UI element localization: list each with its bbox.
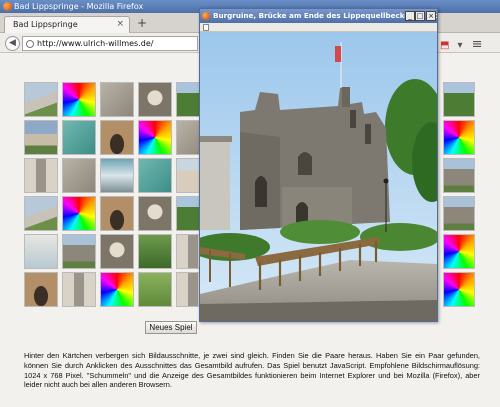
memory-tile[interactable] <box>443 234 475 269</box>
tab-close-icon[interactable]: × <box>116 17 124 32</box>
popup-title: Burgruine, Brücke am Ende des Lippequell… <box>213 11 437 20</box>
url-bar[interactable]: http://www.ulrich-willmes.de/ <box>22 36 198 51</box>
memory-tile[interactable] <box>443 82 475 117</box>
minimize-button[interactable]: _ <box>405 11 415 21</box>
memory-tile[interactable] <box>24 120 58 155</box>
memory-tile[interactable] <box>62 158 96 193</box>
firefox-logo-icon <box>3 2 12 11</box>
pdf-dropdown-icon[interactable]: ▾ <box>457 40 462 51</box>
memory-tile[interactable] <box>138 120 172 155</box>
memory-tile[interactable] <box>443 196 475 231</box>
memory-tile[interactable] <box>138 234 172 269</box>
memory-tile[interactable] <box>62 82 96 117</box>
memory-tile[interactable] <box>100 234 134 269</box>
pdf-icon[interactable]: ⬒ <box>440 40 449 51</box>
memory-tile[interactable] <box>100 272 134 307</box>
memory-tile[interactable] <box>24 158 58 193</box>
memory-tile[interactable] <box>62 234 96 269</box>
memory-tile[interactable] <box>24 82 58 117</box>
memory-tile[interactable] <box>100 196 134 231</box>
memory-tile[interactable] <box>100 82 134 117</box>
tab-bad-lippspringe[interactable]: Bad Lippspringe × <box>4 16 130 33</box>
nav-icons: ⬒ ▾ ≡ <box>440 37 491 52</box>
memory-tile[interactable] <box>443 120 475 155</box>
memory-tile[interactable] <box>443 158 475 193</box>
castle-ruin-photo <box>200 32 437 321</box>
globe-icon <box>26 40 34 48</box>
window-title: Bad Lippspringe - Mozilla Firefox <box>14 2 144 11</box>
tab-label: Bad Lippspringe <box>13 20 78 29</box>
memory-tile[interactable] <box>138 196 172 231</box>
memory-tile[interactable] <box>138 82 172 117</box>
game-description: Hinter den Kärtchen verbergen sich Bilda… <box>24 351 480 390</box>
memory-tile[interactable] <box>100 158 134 193</box>
memory-tile[interactable] <box>138 158 172 193</box>
firefox-logo-icon <box>202 12 210 20</box>
memory-tile[interactable] <box>24 196 58 231</box>
memory-tile[interactable] <box>100 120 134 155</box>
close-button[interactable]: × <box>426 11 436 21</box>
document-icon <box>203 24 209 31</box>
menu-icon[interactable]: ≡ <box>472 37 483 52</box>
memory-tile[interactable] <box>62 272 96 307</box>
new-game-button[interactable]: Neues Spiel <box>145 321 197 334</box>
memory-tile[interactable] <box>62 120 96 155</box>
memory-tile[interactable] <box>24 234 58 269</box>
maximize-button[interactable]: □ <box>415 11 425 21</box>
memory-tile[interactable] <box>24 272 58 307</box>
back-button[interactable]: ◀ <box>5 36 20 51</box>
popup-toolbar <box>200 23 437 32</box>
memory-tile[interactable] <box>443 272 475 307</box>
image-popup-window[interactable]: Burgruine, Brücke am Ende des Lippequell… <box>199 8 438 322</box>
url-text: http://www.ulrich-willmes.de/ <box>37 39 154 48</box>
memory-tile[interactable] <box>62 196 96 231</box>
memory-tile[interactable] <box>138 272 172 307</box>
popup-titlebar[interactable]: Burgruine, Brücke am Ende des Lippequell… <box>200 9 437 23</box>
new-tab-button[interactable]: + <box>137 16 147 30</box>
